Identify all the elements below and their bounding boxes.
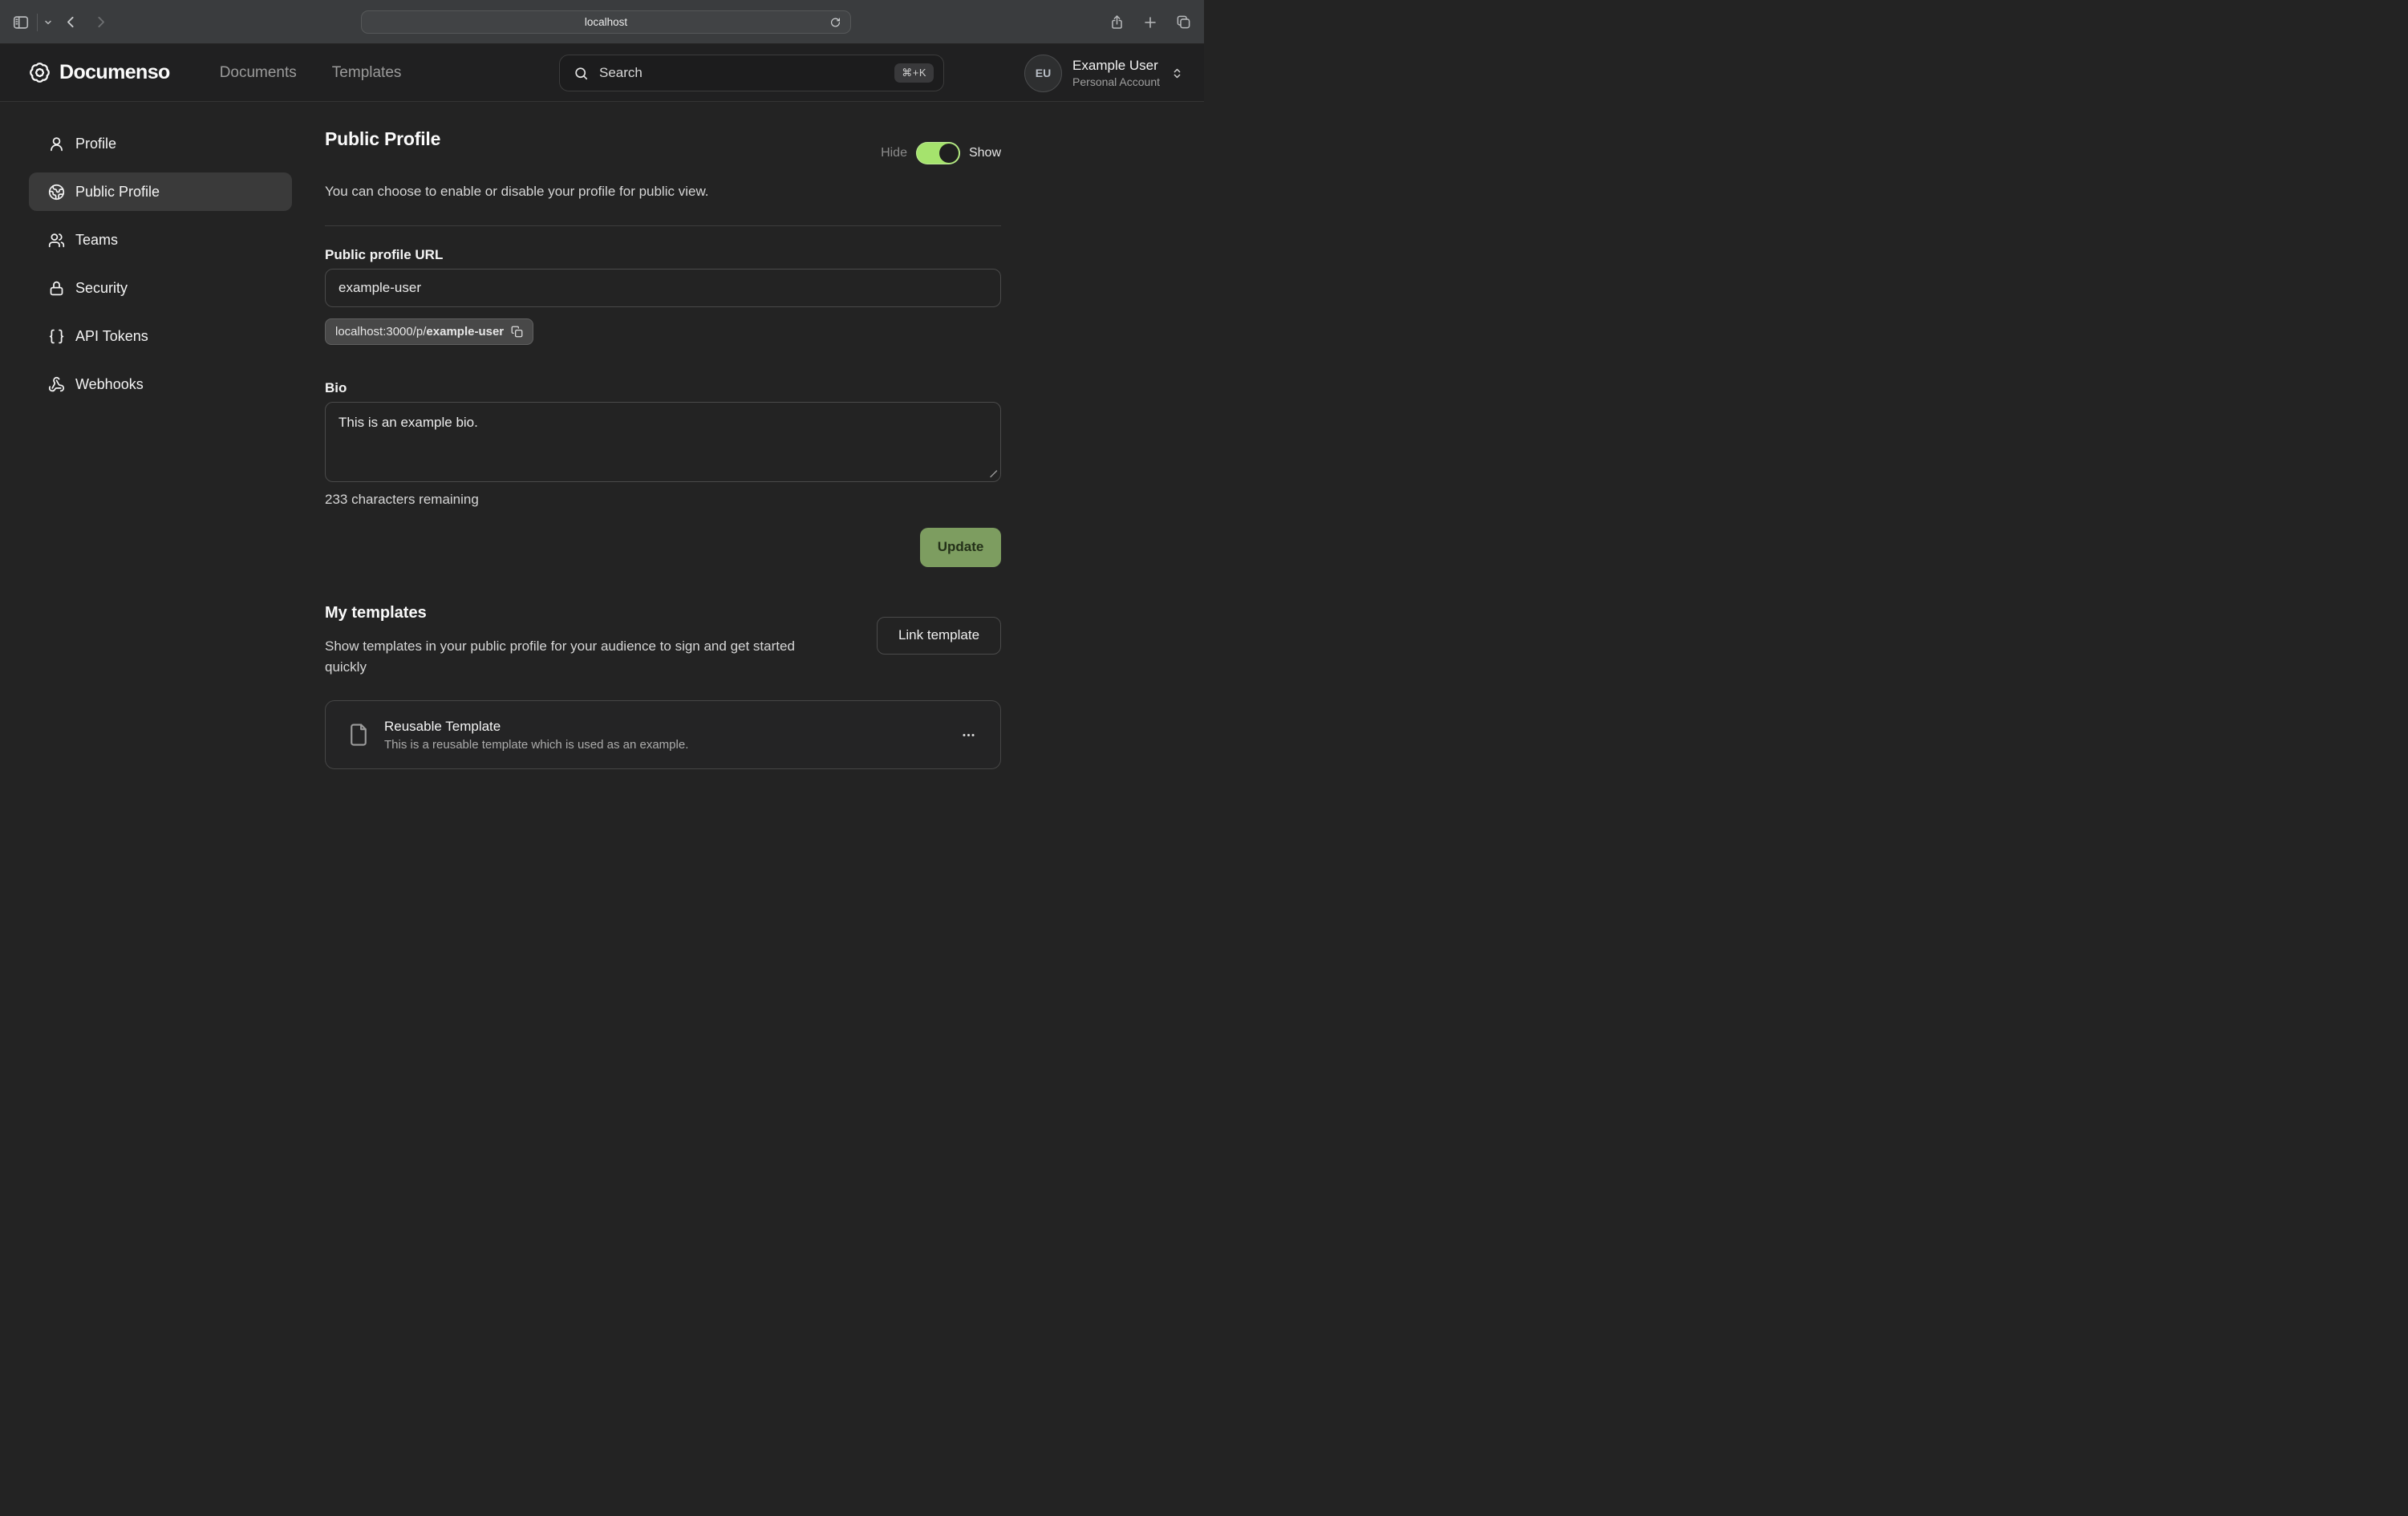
- tab-overview-icon[interactable]: [1176, 14, 1191, 30]
- sidebar-item-webhooks[interactable]: Webhooks: [29, 365, 292, 403]
- bio-field-label: Bio: [325, 380, 1001, 396]
- users-icon: [48, 232, 65, 249]
- toggle-show-label: Show: [969, 146, 1001, 160]
- chevron-down-icon[interactable]: [43, 18, 53, 27]
- sidebar-item-label: Security: [75, 280, 128, 297]
- divider: [37, 14, 38, 31]
- sidebar-item-label: Teams: [75, 232, 118, 249]
- sidebar-item-label: Profile: [75, 136, 116, 152]
- user-icon: [48, 136, 65, 152]
- documenso-logo-icon: [29, 62, 51, 83]
- templates-head-text: My templates Show templates in your publ…: [325, 604, 838, 679]
- template-description: This is a reusable template which is use…: [384, 738, 956, 752]
- settings-sidebar: Profile Public Profile Teams: [29, 102, 292, 413]
- lock-icon: [48, 280, 65, 297]
- bio-textarea[interactable]: This is an example bio.: [325, 402, 1001, 482]
- settings-layout: Profile Public Profile Teams: [0, 102, 1204, 769]
- characters-remaining: 233 characters remaining: [325, 492, 1001, 508]
- profile-url-preview: localhost:3000/p/example-user: [335, 325, 504, 338]
- page-title: Public Profile: [325, 128, 440, 150]
- sidebar-item-label: Public Profile: [75, 184, 160, 201]
- profile-visibility-toggle-row: Hide Show: [881, 142, 1001, 164]
- app-header: Documenso Documents Templates Search ⌘+K…: [0, 44, 1204, 102]
- webhook-icon: [48, 376, 65, 393]
- new-tab-icon[interactable]: [1143, 15, 1157, 30]
- toggle-knob: [939, 144, 959, 163]
- address-bar-url: localhost: [585, 16, 627, 28]
- sidebar-item-public-profile[interactable]: Public Profile: [29, 172, 292, 211]
- template-texts: Reusable Template This is a reusable tem…: [384, 718, 956, 752]
- back-icon[interactable]: [64, 15, 78, 29]
- braces-icon: [48, 328, 65, 345]
- toggle-hide-label: Hide: [881, 146, 907, 160]
- profile-visibility-toggle[interactable]: [916, 142, 960, 164]
- avatar: EU: [1024, 55, 1062, 92]
- public-profile-url-input[interactable]: [325, 269, 1001, 307]
- account-names: Example User Personal Account: [1072, 57, 1160, 88]
- search-icon: [574, 66, 589, 81]
- chevrons-up-down-icon: [1171, 67, 1183, 79]
- sidebar-item-profile[interactable]: Profile: [29, 124, 292, 163]
- sidebar-item-security[interactable]: Security: [29, 269, 292, 307]
- url-field-label: Public profile URL: [325, 247, 1001, 263]
- search-placeholder: Search: [599, 65, 894, 81]
- forward-icon: [94, 15, 107, 29]
- nav-templates[interactable]: Templates: [332, 64, 402, 82]
- globe-icon: [48, 184, 65, 201]
- brand[interactable]: Documenso: [29, 61, 170, 84]
- address-bar[interactable]: localhost: [361, 10, 851, 34]
- divider: [325, 225, 1001, 226]
- file-icon: [347, 723, 371, 747]
- sidebar-item-teams[interactable]: Teams: [29, 221, 292, 259]
- reload-icon[interactable]: [830, 17, 841, 27]
- search-shortcut-badge: ⌘+K: [894, 63, 934, 83]
- template-name: Reusable Template: [384, 718, 956, 736]
- account-type: Personal Account: [1072, 75, 1160, 89]
- top-nav: Documents Templates: [220, 64, 402, 82]
- my-templates-description: Show templates in your public profile fo…: [325, 636, 838, 679]
- sidebar-item-label: API Tokens: [75, 328, 148, 345]
- template-more-menu[interactable]: [956, 723, 981, 748]
- search-input[interactable]: Search ⌘+K: [559, 55, 944, 91]
- nav-documents[interactable]: Documents: [220, 64, 297, 82]
- account-menu[interactable]: EU Example User Personal Account: [1024, 44, 1183, 102]
- brand-name: Documenso: [59, 61, 170, 84]
- sidebar-item-api-tokens[interactable]: API Tokens: [29, 317, 292, 355]
- link-template-button[interactable]: Link template: [877, 617, 1001, 655]
- browser-chrome: localhost: [0, 0, 1204, 44]
- template-card[interactable]: Reusable Template This is a reusable tem…: [325, 700, 1001, 769]
- public-profile-settings: Public Profile Hide Show You can choose …: [325, 102, 1001, 769]
- account-name: Example User: [1072, 57, 1160, 74]
- profile-url-preview-chip[interactable]: localhost:3000/p/example-user: [325, 318, 533, 345]
- my-templates-title: My templates: [325, 604, 838, 622]
- page-description: You can choose to enable or disable your…: [325, 181, 1001, 202]
- sidebar-item-label: Webhooks: [75, 376, 144, 393]
- update-button[interactable]: Update: [920, 528, 1001, 567]
- share-icon[interactable]: [1109, 14, 1125, 30]
- copy-icon[interactable]: [511, 326, 523, 338]
- sidebar-toggle-icon[interactable]: [12, 14, 30, 31]
